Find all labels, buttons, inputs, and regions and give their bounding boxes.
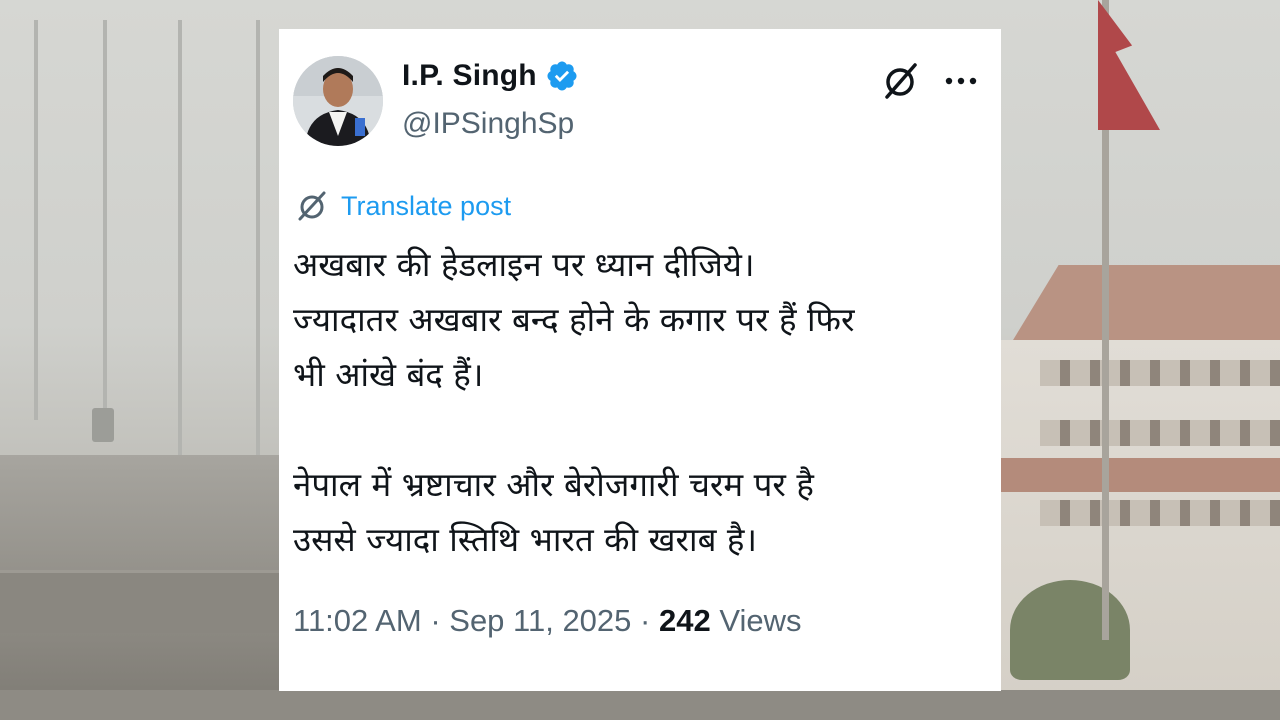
tweet-line: नेपाल में भ्रष्टाचार और बेरोजगारी चरम पर… xyxy=(293,465,814,504)
background-pole xyxy=(256,20,260,470)
tweet-text: अखबार की हेडलाइन पर ध्यान दीजिये। ज्यादा… xyxy=(293,237,993,567)
background-ground xyxy=(0,690,1280,720)
meta-separator: · xyxy=(640,603,651,638)
background-canopy xyxy=(0,570,280,633)
author-handle[interactable]: @IPSinghSp xyxy=(402,107,574,141)
background-pole xyxy=(178,20,182,460)
background-windows xyxy=(1040,500,1280,526)
tweet-line: ज्यादातर अखबार बन्द होने के कगार पर हैं … xyxy=(293,300,855,339)
views-label: Views xyxy=(719,603,802,638)
background-roof xyxy=(1010,265,1280,345)
tweet-line: उससे ज्यादा स्तिथि भारत की खराब है। xyxy=(293,520,757,559)
translate-post-label: Translate post xyxy=(341,190,512,221)
views-count[interactable]: 242 xyxy=(659,603,711,638)
verified-badge-icon xyxy=(547,61,577,91)
background-trees xyxy=(1010,580,1130,680)
avatar-photo xyxy=(293,56,383,146)
tweet-card: I.P. Singh @IPSinghSp Translate post अखब… xyxy=(279,29,1001,691)
tweet-line: अखबार की हेडलाइन पर ध्यान दीजिये। xyxy=(293,245,755,284)
background-lamp xyxy=(92,408,114,442)
meta-separator: · xyxy=(430,603,441,638)
tweet-time[interactable]: 11:02 AM xyxy=(293,603,422,638)
background-pole xyxy=(34,20,38,420)
tweet-date[interactable]: Sep 11, 2025 xyxy=(449,603,631,638)
background-windows xyxy=(1040,420,1280,446)
author-name[interactable]: I.P. Singh xyxy=(402,59,537,93)
tweet-line: भी आंखे बंद हैं। xyxy=(293,355,484,394)
more-options-icon[interactable] xyxy=(941,61,981,101)
background-pole xyxy=(103,20,107,440)
background-roof-lower xyxy=(1000,458,1280,492)
tweet-meta: 11:02 AM · Sep 11, 2025 · 242 Views xyxy=(293,603,801,639)
background-windows xyxy=(1040,360,1280,386)
avatar[interactable] xyxy=(293,56,383,146)
translate-post-link[interactable]: Translate post xyxy=(295,189,511,223)
translate-icon xyxy=(298,191,326,221)
background-flag xyxy=(1098,0,1160,130)
author-row: I.P. Singh xyxy=(402,59,579,93)
grok-icon[interactable] xyxy=(879,59,923,103)
